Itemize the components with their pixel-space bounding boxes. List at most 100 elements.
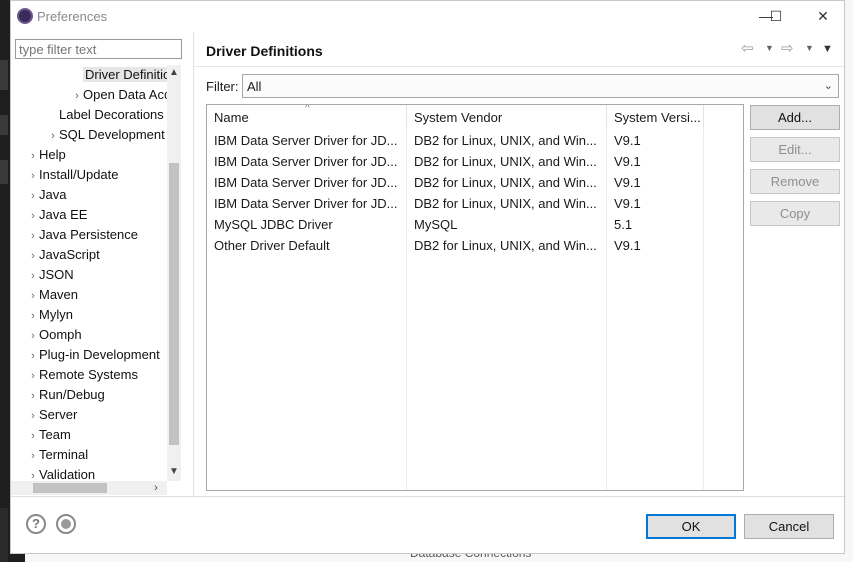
expand-arrow-icon[interactable]: › — [27, 306, 39, 326]
table-row[interactable]: MySQL JDBC Driver MySQL 5.1 — [207, 214, 743, 235]
expand-arrow-icon[interactable]: › — [27, 206, 39, 226]
close-button[interactable]: ✕ — [808, 5, 838, 27]
copy-button[interactable]: Copy — [750, 201, 840, 226]
scroll-right-icon[interactable]: › — [149, 481, 163, 495]
tree-item[interactable]: › JavaScript — [27, 245, 100, 265]
tree-horizontal-scrollbar[interactable]: › — [11, 481, 167, 495]
forward-icon[interactable]: ⇨ — [781, 41, 794, 57]
title-bar: Preferences — ☐ ✕ — [11, 1, 844, 32]
tree-vertical-scroll-thumb[interactable] — [169, 163, 179, 445]
column-header-system-version[interactable]: System Versi... — [607, 105, 704, 130]
tree-item[interactable]: › SQL Development — [47, 125, 165, 145]
driver-definitions-table[interactable]: Name ^ System Vendor System Versi... IBM… — [206, 104, 744, 491]
expand-arrow-icon[interactable]: › — [27, 266, 39, 286]
tree-item[interactable]: › Run/Debug — [27, 385, 105, 405]
tree-item[interactable]: › Java Persistence — [27, 225, 138, 245]
tree-item[interactable]: › Open Data Acc — [71, 85, 170, 105]
table-cell: MySQL — [414, 217, 458, 232]
filter-label: Filter: — [206, 79, 239, 94]
filter-select[interactable]: All ⌄ — [242, 74, 839, 98]
sort-indicator-icon: ^ — [305, 104, 310, 114]
table-row[interactable]: IBM Data Server Driver for JD... DB2 for … — [207, 172, 743, 193]
table-cell: IBM Data Server Driver for JD... — [214, 196, 398, 211]
record-icon[interactable] — [56, 514, 76, 534]
tree-item[interactable]: › Terminal — [27, 445, 88, 465]
view-menu-icon[interactable]: ▼ — [822, 43, 833, 55]
expand-arrow-icon[interactable]: › — [27, 386, 39, 406]
tree-item[interactable]: Driver Definitio — [71, 65, 175, 85]
forward-menu-chevron-down-icon[interactable]: ▼ — [805, 43, 814, 53]
back-menu-chevron-down-icon[interactable]: ▼ — [765, 43, 774, 53]
tree-item[interactable]: › Plug-in Development — [27, 345, 160, 365]
expand-arrow-icon[interactable]: › — [27, 446, 39, 466]
maximize-button[interactable]: ☐ — [761, 5, 791, 27]
scroll-down-icon[interactable]: ▼ — [167, 465, 181, 479]
chevron-down-icon: ⌄ — [823, 80, 833, 92]
eclipse-icon — [17, 8, 33, 24]
tree-item[interactable]: › JSON — [27, 265, 74, 285]
expand-arrow-icon[interactable]: › — [27, 406, 39, 426]
table-cell: DB2 for Linux, UNIX, and Win... — [414, 238, 597, 253]
edit-button[interactable]: Edit... — [750, 137, 840, 162]
tree-vertical-scrollbar[interactable]: ▲ ▼ — [167, 65, 181, 481]
expand-arrow-icon[interactable]: › — [27, 146, 39, 166]
column-header-system-vendor[interactable]: System Vendor — [407, 105, 607, 130]
table-cell: V9.1 — [614, 196, 641, 211]
table-row[interactable]: IBM Data Server Driver for JD... DB2 for … — [207, 151, 743, 172]
tree-item[interactable]: › Oomph — [27, 325, 81, 346]
add-button[interactable]: Add... — [750, 105, 840, 130]
tree-item[interactable]: › Maven — [27, 285, 78, 305]
filter-input[interactable] — [15, 39, 182, 59]
preference-tree[interactable]: Driver Definitio › Open Data Acc Label Deco… — [11, 65, 179, 481]
tree-item[interactable]: › Mylyn — [27, 305, 73, 325]
tree-item[interactable]: › Server — [27, 405, 77, 425]
tree-item-label: Maven — [39, 287, 79, 302]
cancel-button[interactable]: Cancel — [744, 514, 834, 539]
tree-item[interactable]: › Remote Systems — [27, 365, 138, 385]
page-header: Driver Definitions ⇦ ▼ ⇨ ▼ ▼ — [194, 32, 844, 67]
table-cell: V9.1 — [614, 154, 641, 169]
expand-arrow-icon[interactable]: › — [27, 166, 39, 186]
ok-button[interactable]: OK — [646, 514, 736, 539]
expand-arrow-icon[interactable]: › — [27, 346, 39, 366]
expand-arrow-icon[interactable]: › — [27, 426, 39, 446]
help-icon[interactable]: ? — [26, 514, 46, 534]
tree-horizontal-scroll-thumb[interactable] — [33, 483, 107, 493]
tree-item[interactable]: › Install/Update — [27, 165, 118, 186]
table-cell: DB2 for Linux, UNIX, and Win... — [414, 196, 597, 211]
remove-button[interactable]: Remove — [750, 169, 840, 194]
scroll-up-icon[interactable]: ▲ — [167, 66, 181, 80]
expand-arrow-icon[interactable]: › — [27, 466, 39, 481]
tree-item-label: Java EE — [39, 207, 88, 222]
tree-item[interactable]: › Java EE — [27, 205, 87, 225]
tree-item[interactable]: › Validation — [27, 465, 95, 481]
tree-item-label: Validation — [39, 467, 96, 481]
tree-item-label: JSON — [39, 267, 74, 282]
expand-arrow-icon[interactable]: › — [27, 366, 39, 386]
tree-item[interactable]: Label Decorations — [47, 105, 164, 125]
filter-select-value: All — [247, 79, 262, 94]
expand-arrow-icon[interactable]: › — [27, 326, 39, 346]
column-header-name[interactable]: Name ^ — [207, 105, 407, 130]
tree-item-label: Driver Definitio — [83, 67, 175, 82]
table-row[interactable]: IBM Data Server Driver for JD... DB2 for … — [207, 130, 743, 151]
expand-arrow-icon[interactable]: › — [27, 186, 39, 206]
tree-item[interactable]: › Team — [27, 425, 71, 445]
expand-arrow-icon[interactable]: › — [71, 86, 83, 106]
tree-item[interactable]: › Help — [27, 145, 66, 165]
expand-arrow-icon[interactable]: › — [27, 226, 39, 246]
expand-arrow-icon[interactable]: › — [47, 126, 59, 146]
tree-item-label: Remote Systems — [39, 367, 138, 382]
tree-item[interactable]: › Java — [27, 185, 66, 205]
expand-arrow-icon[interactable]: › — [27, 246, 39, 266]
background-desktop-right — [845, 0, 853, 562]
tree-item-label: JavaScript — [39, 247, 100, 262]
expand-arrow-icon[interactable]: › — [27, 286, 39, 306]
back-icon[interactable]: ⇦ — [741, 41, 754, 57]
table-cell: DB2 for Linux, UNIX, and Win... — [414, 154, 597, 169]
table-cell: V9.1 — [614, 175, 641, 190]
tree-item-label: Server — [39, 407, 78, 422]
table-row[interactable]: Other Driver Default DB2 for Linux, UNIX,… — [207, 235, 743, 256]
table-row[interactable]: IBM Data Server Driver for JD... DB2 for … — [207, 193, 743, 214]
preference-tree-panel: Driver Definitio ›Open Data AccLabel Deco… — [11, 32, 193, 496]
